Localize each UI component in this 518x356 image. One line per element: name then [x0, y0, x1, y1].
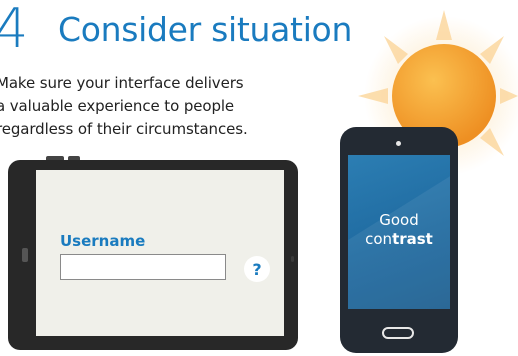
page-title: Consider situation: [58, 9, 353, 49]
tablet-camera: [22, 248, 28, 262]
body-line: regardless of their circumstances.: [0, 120, 248, 138]
username-label: Username: [60, 232, 146, 250]
phone-illustration: Good contrast: [340, 127, 458, 353]
heading: 4 Consider situation: [0, 0, 352, 58]
tablet-sensor: [291, 256, 294, 262]
phone-speaker: [396, 141, 401, 146]
tablet-button: [68, 156, 80, 160]
body-copy: Make sure your interface delivers a valu…: [0, 72, 296, 141]
body-line: a valuable experience to people: [0, 97, 235, 115]
tablet-button: [46, 156, 64, 160]
contrast-line-2-light: con: [365, 230, 393, 248]
contrast-line-2-bold: trast: [392, 230, 433, 248]
contrast-line-1: Good: [379, 211, 419, 229]
tablet-illustration: Username ?: [8, 156, 298, 350]
body-line: Make sure your interface delivers: [0, 74, 244, 92]
home-button-icon: [382, 327, 414, 339]
tablet-screen: Username ?: [36, 170, 284, 336]
step-number: 4: [0, 0, 28, 60]
help-icon[interactable]: ?: [244, 256, 270, 282]
phone-screen: Good contrast: [348, 155, 450, 309]
contrast-message: Good contrast: [348, 211, 450, 249]
username-input[interactable]: [60, 254, 226, 280]
contrast-line-2: contrast: [348, 230, 450, 249]
